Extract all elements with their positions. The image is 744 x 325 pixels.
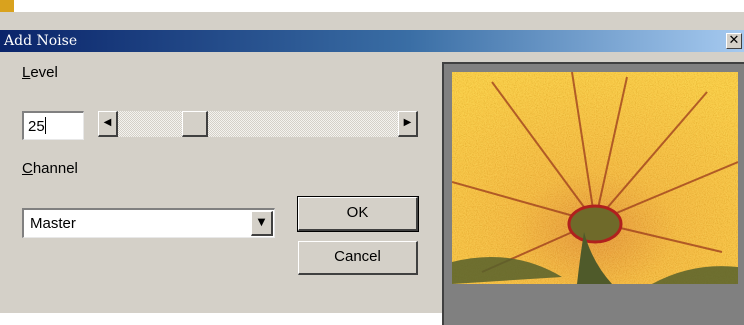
channel-select[interactable]: Master ▼: [22, 208, 275, 238]
channel-label: Channel: [22, 160, 78, 177]
chevron-down-icon: ▼: [257, 217, 266, 228]
channel-selected-value: Master: [30, 215, 76, 232]
dropdown-button[interactable]: ▼: [251, 211, 273, 236]
slider-thumb[interactable]: [181, 111, 208, 137]
scroll-right-icon: ▶: [403, 117, 412, 128]
title-bar[interactable]: Add Noise ✕: [0, 30, 744, 52]
level-slider[interactable]: ◀ ▶: [98, 111, 418, 137]
close-button[interactable]: ✕: [726, 33, 742, 49]
channel-label-text: hannel: [32, 160, 78, 177]
scroll-left-icon: ◀: [103, 117, 112, 128]
channel-label-accesskey: C: [22, 160, 33, 177]
add-noise-dialog: Add Noise ✕ Level 25 ◀ ▶ Channel Master …: [0, 12, 744, 325]
level-input[interactable]: 25: [22, 111, 84, 140]
level-label-text: evel: [30, 64, 58, 81]
scroll-left-button[interactable]: ◀: [98, 111, 118, 137]
preview-panel: [442, 62, 744, 325]
ok-button[interactable]: OK: [297, 196, 419, 232]
corner-mark: [0, 0, 14, 12]
window-title: Add Noise: [4, 33, 78, 49]
noise-preview-image: [452, 72, 738, 284]
level-label: Level: [22, 64, 58, 81]
level-input-value: 25: [28, 118, 45, 135]
close-icon: ✕: [728, 33, 740, 48]
scroll-right-button[interactable]: ▶: [398, 111, 418, 137]
cancel-button[interactable]: Cancel: [298, 241, 418, 275]
text-caret: [44, 117, 46, 134]
